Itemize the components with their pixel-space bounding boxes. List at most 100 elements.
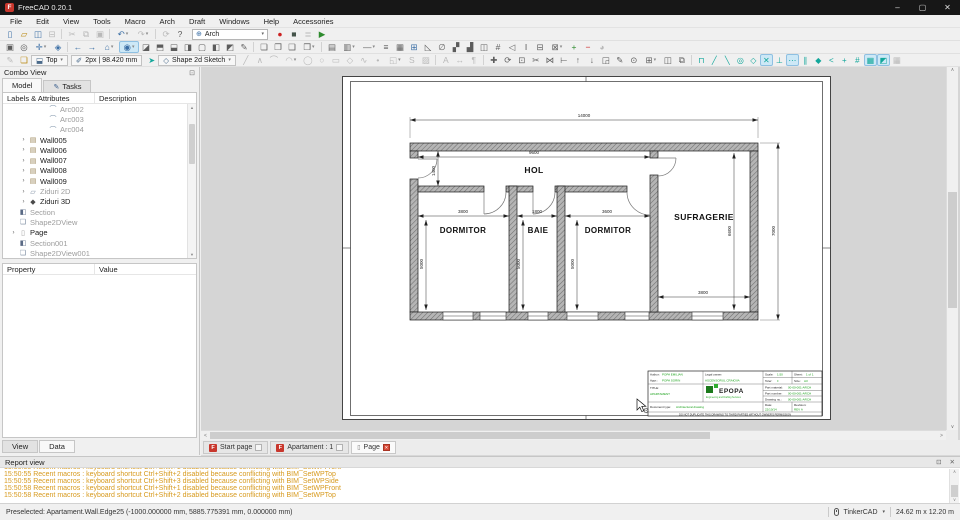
draft-dimension-icon[interactable]: ↔ (453, 54, 467, 66)
autogroup-icon[interactable]: ➤ (145, 54, 158, 66)
draft-ellipse-icon[interactable]: ○ (315, 54, 329, 66)
expander-icon[interactable]: › (19, 199, 28, 205)
draft-mirror-icon[interactable]: ◫ (661, 54, 675, 66)
macro-play-icon[interactable]: ▶ (315, 28, 329, 40)
working-plane-top-button[interactable]: ⬓ Top ▾ (31, 54, 68, 66)
arch-structure-icon[interactable]: ▥ (339, 41, 359, 53)
draft-line-icon[interactable]: ╱ (239, 54, 253, 66)
expander-icon[interactable]: › (19, 158, 28, 164)
view-bottom-icon[interactable]: ◧ (209, 41, 223, 53)
draft-point-icon[interactable]: • (371, 54, 385, 66)
menu-help[interactable]: Help (257, 17, 286, 26)
link-select-icon[interactable]: ▣ (3, 41, 17, 53)
arch-survey-icon[interactable]: ◕ (595, 41, 609, 53)
expander-icon[interactable]: › (19, 178, 28, 184)
print-icon[interactable]: ⊟ (45, 28, 59, 40)
arch-truss-icon[interactable]: ◁ (505, 41, 519, 53)
draft-edit-icon[interactable]: ✎ (613, 54, 627, 66)
new-file-icon[interactable]: ▯ (3, 28, 17, 40)
draft-shapestring-icon[interactable]: S (405, 54, 419, 66)
nav-back-icon[interactable]: ← (71, 41, 85, 53)
menu-edit[interactable]: Edit (29, 17, 56, 26)
arch-rebar-icon[interactable]: ≡ (379, 41, 393, 53)
horizontal-scrollbar[interactable]: < > (201, 430, 946, 440)
menu-file[interactable]: File (3, 17, 29, 26)
menu-arch[interactable]: Arch (153, 17, 182, 26)
scrollbar-thumb[interactable] (951, 485, 958, 497)
draft-trimex-icon[interactable]: ✂ (529, 54, 543, 66)
snap-grid-icon[interactable]: # (851, 54, 864, 66)
draft-rotate-icon[interactable]: ⟳ (501, 54, 515, 66)
tab-view[interactable]: View (2, 440, 39, 453)
menu-accessories[interactable]: Accessories (286, 17, 340, 26)
tree-scrollbar[interactable]: ▲ ▼ (187, 104, 196, 258)
tab-model[interactable]: Model (2, 78, 43, 92)
arch-curtain-wall-icon[interactable]: ▦ (393, 41, 407, 53)
tree-item-section[interactable]: ◧ Section (3, 207, 196, 217)
view-axonometric-icon[interactable]: ◪ (139, 41, 153, 53)
arch-pipe-icon[interactable]: ∅ (435, 41, 449, 53)
close-button[interactable]: ✕ (935, 0, 960, 15)
tree-item-arc002[interactable]: ⌒ Arc002 (3, 104, 196, 114)
expander-icon[interactable]: › (19, 137, 28, 143)
tree-item-wall009[interactable]: › ▤ Wall009 (3, 176, 196, 186)
macro-stop-icon[interactable]: ■ (287, 28, 301, 40)
arch-remove-component-icon[interactable]: − (581, 41, 595, 53)
whats-this-icon[interactable]: ? (173, 28, 187, 40)
clip-section-icon[interactable]: ❐ (271, 41, 285, 53)
expander-icon[interactable]: › (19, 189, 28, 195)
view-front-icon[interactable]: ⬒ (153, 41, 167, 53)
clip-plane-icon[interactable]: ❑ (285, 41, 299, 53)
snap-angle-icon[interactable]: ◇ (747, 54, 760, 66)
draft-facebinder-icon[interactable]: ◱ (385, 54, 405, 66)
snap-dimensions-icon[interactable]: ▦ (890, 54, 904, 66)
snap-special-icon[interactable]: ◆ (812, 54, 825, 66)
nav-forward-icon[interactable]: → (85, 41, 99, 53)
draft-offset-icon[interactable]: ⊡ (515, 54, 529, 66)
drawing-viewport[interactable]: 14000 9600 1400 3800 1800 3600 5000 5000… (201, 67, 960, 440)
toggle-grid-icon[interactable]: ▦ (863, 54, 877, 66)
tree-item-ziduri-3d[interactable]: › ◆ Ziduri 3D (3, 197, 196, 207)
expander-icon[interactable]: › (19, 147, 28, 153)
close-panel-icon[interactable]: ✕ (950, 458, 955, 466)
arch-wall-icon[interactable]: ▤ (325, 41, 339, 53)
tab-close-icon[interactable] (255, 444, 263, 451)
line-style-button[interactable]: ✐ 2px | 98.420 mm (70, 54, 143, 66)
snap-intersection-icon[interactable]: ✕ (759, 54, 773, 66)
tree-item-arc003[interactable]: ⌒ Arc003 (3, 114, 196, 124)
snap-midpoint-icon[interactable]: ╲ (721, 54, 734, 66)
expander-icon[interactable]: › (19, 168, 28, 174)
draw-style-icon[interactable]: ◈ (51, 41, 65, 53)
draft-label-icon[interactable]: ¶ (467, 54, 481, 66)
arch-axis-icon[interactable]: — (359, 41, 379, 53)
menu-draft[interactable]: Draft (182, 17, 212, 26)
draft-join-icon[interactable]: ⋈ (543, 54, 557, 66)
snap-endpoint-icon[interactable]: ╱ (708, 54, 721, 66)
redo-icon[interactable]: ↷ (133, 28, 153, 40)
tree-item-shape2dview[interactable]: ❏ Shape2DView (3, 217, 196, 227)
tab-start-page[interactable]: F Start page (203, 441, 269, 454)
measure-icon[interactable]: ✎ (237, 41, 251, 53)
tab-page[interactable]: ▯ Page ✕ (351, 441, 396, 454)
scroll-up-icon[interactable]: ∧ (950, 469, 959, 475)
snap-perpendicular-icon[interactable]: ⊥ (773, 54, 786, 66)
view-right-icon[interactable]: ◨ (181, 41, 195, 53)
tree-item-arc004[interactable]: ⌒ Arc004 (3, 125, 196, 135)
arch-cut-plane-icon[interactable]: ⊠ (547, 41, 567, 53)
draft-subelement-icon[interactable]: ⊙ (627, 54, 641, 66)
shape-sketch-button[interactable]: ◇ Shape 2d Sketch ▾ (158, 54, 236, 66)
scrollbar-thumb[interactable] (948, 192, 957, 308)
tab-apartament[interactable]: F Apartament : 1 (270, 441, 350, 454)
draft-rectangle-icon[interactable]: ▭ (329, 54, 343, 66)
tree-item-wall006[interactable]: › ▤ Wall006 (3, 145, 196, 155)
scroll-up-icon[interactable]: ▲ (188, 104, 196, 111)
arch-window-icon[interactable]: ⊞ (407, 41, 421, 53)
scrollbar-thumb[interactable] (210, 432, 710, 439)
paste-icon[interactable]: ▣ (93, 28, 107, 40)
arch-roof-icon[interactable]: ◺ (421, 41, 435, 53)
draft-bspline-icon[interactable]: ∿ (357, 54, 371, 66)
tree-item-wall007[interactable]: › ▤ Wall007 (3, 155, 196, 165)
open-file-icon[interactable]: ▱ (17, 28, 31, 40)
scroll-down-icon[interactable]: ▼ (188, 251, 196, 258)
maximize-button[interactable]: ▢ (910, 0, 935, 15)
